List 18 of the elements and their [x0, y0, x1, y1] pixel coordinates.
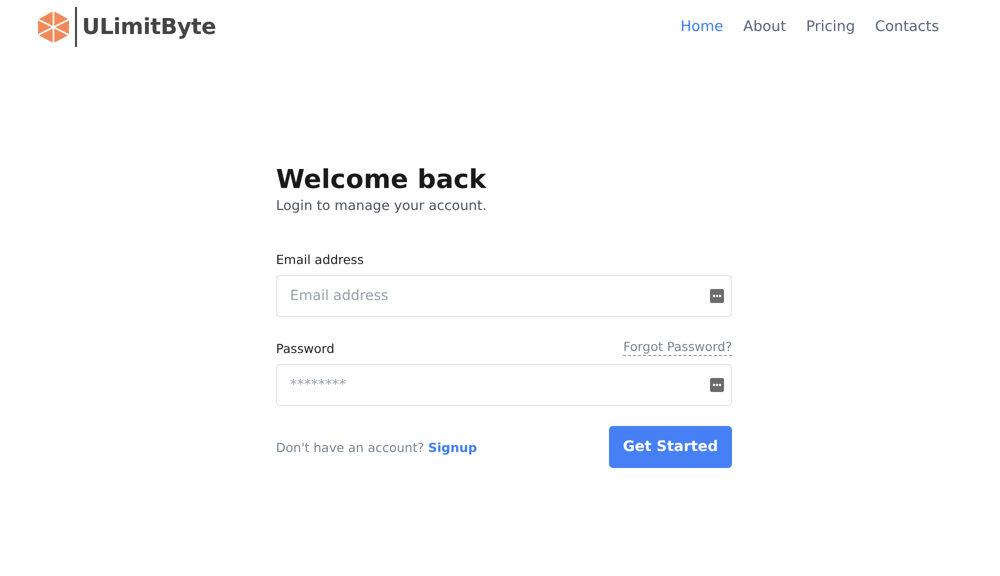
- signup-link[interactable]: Signup: [428, 440, 478, 454]
- page-title: Welcome back: [276, 164, 488, 196]
- nav-link[interactable]: Home: [680, 19, 724, 35]
- get-started-button[interactable]: Get Started: [608, 426, 732, 468]
- nav-link[interactable]: About: [743, 19, 786, 35]
- more-icon: [710, 378, 724, 392]
- more-icon: [710, 289, 724, 303]
- logo-icon: [37, 10, 70, 44]
- forgot-password-link[interactable]: Forgot Password?: [623, 339, 732, 356]
- field-label: Email address: [276, 252, 364, 267]
- input-field[interactable]: ********: [276, 364, 732, 406]
- signup-prompt: Don't have an account?: [276, 440, 424, 454]
- input-field[interactable]: Email address: [276, 275, 732, 317]
- page-subtitle: Login to manage your account.: [276, 198, 488, 214]
- logo-text: ULimitByte: [82, 14, 216, 40]
- nav-link[interactable]: Contacts: [875, 19, 939, 35]
- field-label: Password: [276, 341, 334, 356]
- nav-link[interactable]: Pricing: [806, 19, 856, 35]
